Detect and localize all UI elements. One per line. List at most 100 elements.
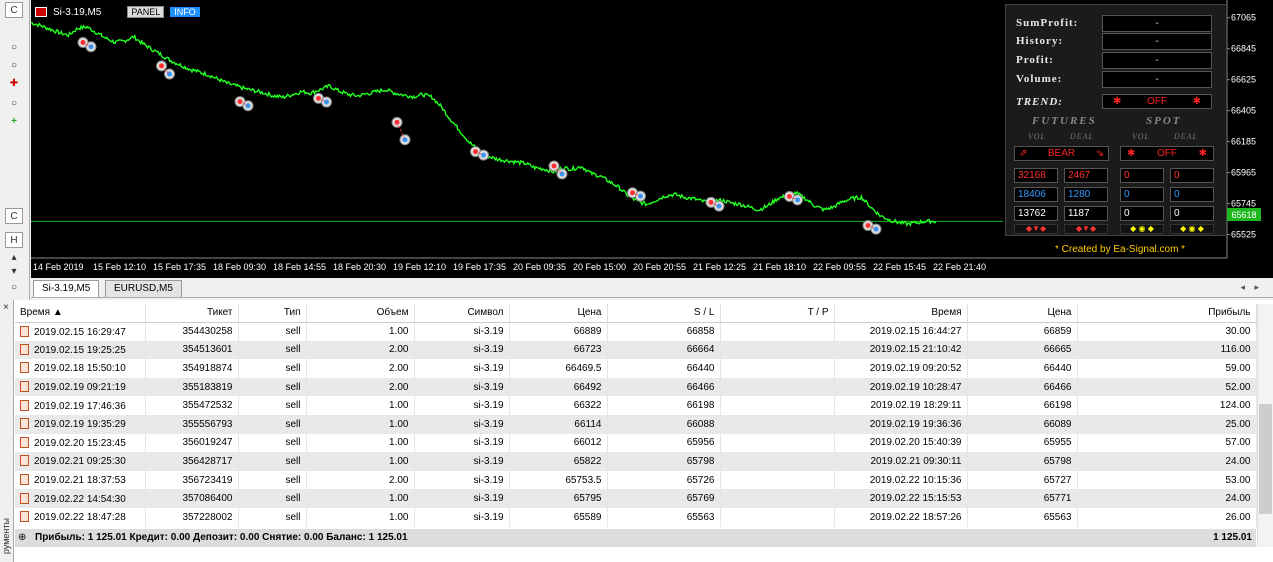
table-row[interactable]: 2019.02.22 14:54:30 357086400 sell 1.00 si-3… <box>15 489 1257 508</box>
table-cell: 57.00 <box>1077 433 1257 453</box>
spot-vol-2: 0 <box>1120 187 1164 202</box>
column-header[interactable]: Цена <box>967 304 1078 323</box>
circle-icon[interactable]: ○ <box>5 96 23 112</box>
table-cell: 2019.02.22 15:15:53 <box>834 489 968 508</box>
history-label: History: <box>1016 35 1064 47</box>
table-row[interactable]: 2019.02.21 09:25:30 356428717 sell 1.00 si-3… <box>15 452 1257 471</box>
tab-eurusd-chart[interactable]: EURUSD,M5 <box>105 280 182 297</box>
info-button[interactable]: INFO <box>170 7 200 17</box>
profit-row: Profit: - <box>1014 52 1220 69</box>
toolbar-c2-button[interactable]: C <box>5 208 23 224</box>
column-header[interactable]: Тип <box>238 304 307 323</box>
crosshair-icon[interactable]: ✚ <box>5 76 23 92</box>
tab-scroll-left-icon[interactable]: ◂ <box>1240 282 1245 293</box>
toolbar-h-button[interactable]: H <box>5 232 23 248</box>
circle-icon[interactable]: ○ <box>5 280 23 296</box>
table-cell: 2019.02.18 15:50:10 <box>15 359 146 378</box>
column-header[interactable]: Тикет <box>145 304 239 323</box>
column-header[interactable]: Время ▲ <box>15 304 146 323</box>
terminal-history-panel: × рументы Время ▲ Тикет Тип Объем Символ Цена… <box>0 300 1273 562</box>
table-row[interactable]: 2019.02.18 15:50:10 354918874 sell 2.00 si-3… <box>15 359 1257 378</box>
expand-icon[interactable]: ⊕ <box>18 529 26 547</box>
table-cell: sell <box>238 359 307 378</box>
trend-value: OFF <box>1147 96 1167 107</box>
deal-icon <box>20 436 29 448</box>
table-row[interactable]: 2019.02.15 16:29:47 354430258 sell 1.00 si-3… <box>15 322 1257 341</box>
price-chart[interactable]: 67065 66845 66625 66405 66185 65965 65745 65525… <box>31 0 1273 278</box>
toolbar-h-label: H <box>10 235 18 246</box>
spot-deal-3: 0 <box>1170 206 1214 221</box>
circle-icon[interactable]: ○ <box>5 58 23 74</box>
spot-vol-3: 0 <box>1120 206 1164 221</box>
futures-deal-arrows-icon: ◆▼◆ <box>1064 224 1108 234</box>
column-header[interactable]: Символ <box>414 304 510 323</box>
current-price-label: 65618 <box>1231 210 1256 220</box>
bear-icon: ⇘ <box>1095 148 1104 159</box>
spot-vol-label: VOL <box>1132 132 1150 141</box>
table-cell: sell <box>238 396 307 415</box>
table-cell: 2019.02.20 15:23:45 <box>15 433 146 453</box>
table-cell: 2019.02.22 18:57:26 <box>834 507 968 527</box>
futures-deal-label: DEAL <box>1070 132 1094 141</box>
price-tick-label: 66185 <box>1231 137 1256 147</box>
column-header[interactable]: Прибыль <box>1077 304 1257 323</box>
table-row[interactable]: 2019.02.22 18:47:28 357228002 sell 1.00 si-3… <box>15 507 1257 527</box>
table-cell: 66198 <box>967 396 1078 415</box>
plus-icon[interactable]: + <box>5 114 23 130</box>
time-tick-label: 18 Feb 09:30 <box>213 262 266 272</box>
table-row[interactable]: 2019.02.20 15:23:45 356019247 sell 1.00 si-3… <box>15 433 1257 453</box>
table-cell <box>720 507 835 527</box>
table-cell: 2.00 <box>306 340 415 360</box>
column-header[interactable]: Объем <box>306 304 415 323</box>
time-tick-label: 22 Feb 21:40 <box>933 262 986 272</box>
table-row[interactable]: 2019.02.19 19:35:29 355556793 sell 1.00 si-3… <box>15 414 1257 434</box>
trend-row: TREND: ✱ OFF ✱ <box>1014 94 1220 111</box>
table-cell: 354430258 <box>145 322 239 341</box>
table-cell: 2019.02.22 10:15:36 <box>834 470 968 490</box>
table-cell: 2019.02.22 18:47:28 <box>15 507 146 527</box>
table-cell <box>720 414 835 434</box>
panel-button[interactable]: PANEL <box>127 6 165 18</box>
tab-si-chart[interactable]: Si-3.19,M5 <box>33 280 100 297</box>
table-row[interactable]: 2019.02.15 19:25:25 354513601 sell 2.00 si-3… <box>15 340 1257 360</box>
table-cell: si-3.19 <box>414 359 510 378</box>
table-row[interactable]: 2019.02.19 17:46:36 355472532 sell 1.00 si-3… <box>15 396 1257 415</box>
column-header[interactable]: Цена <box>509 304 608 323</box>
spot-state-toggle[interactable]: ✱ OFF ✱ <box>1120 146 1214 161</box>
table-body: 2019.02.15 16:29:47 354430258 sell 1.00 si-3… <box>15 322 1257 527</box>
table-cell: si-3.19 <box>414 489 510 508</box>
table-row[interactable]: 2019.02.19 09:21:19 355183819 sell 2.00 si-3… <box>15 377 1257 397</box>
column-header[interactable]: Время <box>834 304 968 323</box>
tab-scroll-right-icon[interactable]: ▸ <box>1254 282 1259 293</box>
close-icon[interactable]: × <box>3 302 9 313</box>
volume-value: - <box>1102 71 1212 88</box>
circle-icon[interactable]: ○ <box>5 40 23 56</box>
profit-label: Profit: <box>1016 54 1054 66</box>
chevron-down-icon[interactable]: ▾ <box>5 264 23 280</box>
terminal-side-tab[interactable]: × рументы <box>0 300 14 562</box>
table-cell: 65955 <box>967 433 1078 453</box>
column-header[interactable]: T / P <box>720 304 835 323</box>
deal-icon <box>20 492 29 504</box>
profit-value: - <box>1102 52 1212 69</box>
table-cell: 59.00 <box>1077 359 1257 378</box>
table-cell: 116.00 <box>1077 340 1257 360</box>
futures-state-toggle[interactable]: ⇗ BEAR ⇘ <box>1014 146 1109 161</box>
table-cell: 66664 <box>607 340 721 360</box>
deal-icon <box>20 511 29 523</box>
table-cell: 66440 <box>967 359 1078 378</box>
scrollbar-thumb[interactable] <box>1259 404 1272 514</box>
toolbar-c-button[interactable]: C <box>5 2 23 18</box>
spot-vol-1: 0 <box>1120 168 1164 183</box>
column-header[interactable]: S / L <box>607 304 721 323</box>
table-row[interactable]: 2019.02.21 18:37:53 356723419 sell 2.00 si-3… <box>15 470 1257 490</box>
table-scrollbar[interactable] <box>1257 304 1273 547</box>
credit-text: * Created by Ea-Signal.com * <box>1055 244 1186 255</box>
trend-toggle[interactable]: ✱ OFF ✱ <box>1102 94 1212 109</box>
spot-vol-diamond-icon: ◆ ◉ ◆ <box>1120 224 1164 234</box>
spot-deal-diamond-icon: ◆ ◉ ◆ <box>1170 224 1214 234</box>
spot-deal-1: 0 <box>1170 168 1214 183</box>
futures-header: FUTURES <box>1032 115 1097 127</box>
table-cell: 65769 <box>607 489 721 508</box>
spot-deal-label: DEAL <box>1174 132 1198 141</box>
